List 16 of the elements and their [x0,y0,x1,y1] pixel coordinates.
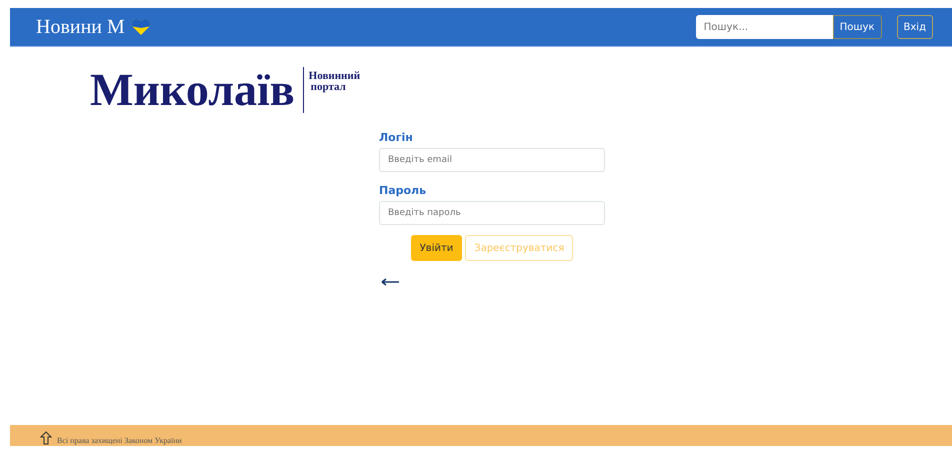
search-field[interactable]: Пошук... [696,15,833,39]
brand-link[interactable]: Новини М [36,16,125,38]
logo-subtitle: портал [310,82,347,93]
logo-subtitle: Новинний [308,71,360,82]
input-field[interactable]: Введіть пароль [379,201,605,225]
up-arrow-icon[interactable] [40,431,52,445]
login-button[interactable]: Увійти [410,235,462,261]
footer-text: Всі права захищені Законом України [57,436,182,445]
search-button[interactable]: Пошук [832,15,882,39]
field-label: Пароль [379,184,428,197]
heart-icon [130,19,151,35]
back-arrow-icon[interactable] [381,278,399,286]
logo-title: Миколаїв [90,67,304,113]
input-field[interactable]: Введіть email [379,148,605,172]
field-label: Логін [379,131,414,144]
login-button[interactable]: Вхід [896,15,933,39]
